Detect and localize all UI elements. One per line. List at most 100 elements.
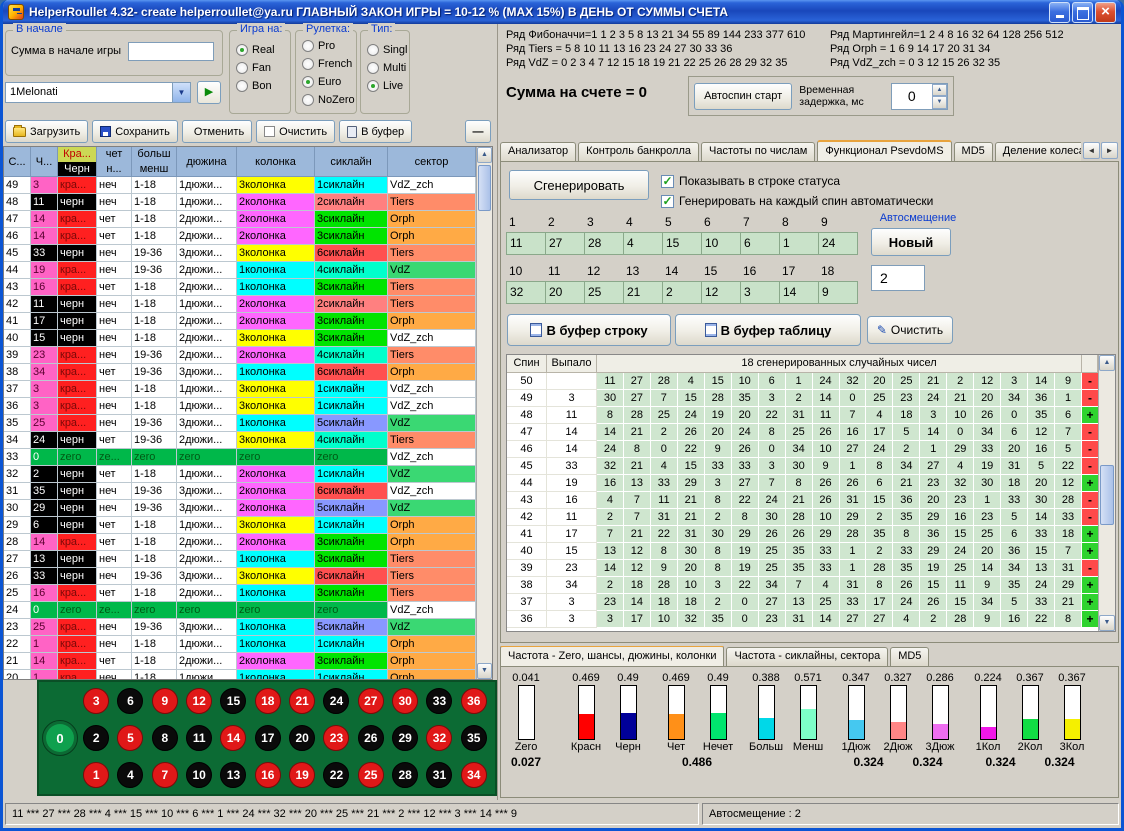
board-zero-cell[interactable]: 0 xyxy=(41,720,79,756)
copy-row-button[interactable]: В буфер строку xyxy=(507,314,671,346)
board-number[interactable]: 4 xyxy=(113,756,147,793)
start-sum-input[interactable] xyxy=(128,42,214,61)
board-number-zero[interactable]: 0 xyxy=(46,724,74,752)
minimize-button[interactable] xyxy=(1049,2,1070,23)
toolbar-button-folder[interactable]: Загрузить xyxy=(5,120,88,143)
chevron-down-icon[interactable]: ▼ xyxy=(173,82,191,103)
spin-table-row[interactable]: 2633черннеч19-363дюжи...3колонка6сиклайн… xyxy=(4,568,476,585)
board-number[interactable]: 33 xyxy=(422,683,456,720)
spin-table-row[interactable]: 330zeroze...zerozerozerozeroVdZ_zch xyxy=(4,449,476,466)
spin-table-row[interactable]: 373кра...неч1-181дюжи...3колонка1сиклайн… xyxy=(4,381,476,398)
column-header[interactable]: Ч... xyxy=(31,147,58,177)
spin-table-row[interactable]: 3424чернчет19-362дюжи...3колонка4сиклайн… xyxy=(4,432,476,449)
spin-table-row[interactable]: 3029черннеч19-363дюжи...2колонка5сиклайн… xyxy=(4,500,476,517)
board-number[interactable]: 8 xyxy=(148,720,182,757)
scroll-up-icon[interactable]: ▲ xyxy=(1099,355,1115,371)
title-bar[interactable]: HelperRoullet 4.32- create helperroullet… xyxy=(3,0,1121,24)
tab-scroll-right-icon[interactable]: ► xyxy=(1101,142,1118,159)
board-number[interactable]: 31 xyxy=(422,756,456,793)
toolbar-button-undo[interactable]: Отменить xyxy=(182,120,252,143)
spinner-down-icon[interactable]: ▼ xyxy=(932,96,947,109)
column-header[interactable]: колонка xyxy=(237,147,315,177)
board-number[interactable]: 18 xyxy=(251,683,285,720)
board-number[interactable]: 32 xyxy=(422,720,456,757)
radio-french[interactable]: French xyxy=(302,57,356,71)
tab-item[interactable]: Частота - сиклайны, сектора xyxy=(726,647,888,666)
spin-table-row[interactable]: 4316кра...чет1-182дюжи...1колонка3сиклай… xyxy=(4,279,476,296)
clear-button[interactable]: ✎ Очистить xyxy=(867,316,953,344)
board-number[interactable]: 24 xyxy=(319,683,353,720)
show-in-status-checkbox[interactable]: Показывать в строке статуса xyxy=(661,174,840,188)
spin-table-row[interactable]: 2114кра...чет1-182дюжи...2колонка3сиклай… xyxy=(4,653,476,670)
new-button[interactable]: Новый xyxy=(871,228,951,256)
spin-table-row[interactable]: 4614кра...чет1-182дюжи...2колонка3сиклай… xyxy=(4,228,476,245)
board-number[interactable]: 9 xyxy=(148,683,182,720)
column-header[interactable]: сектор xyxy=(388,147,476,177)
copy-table-button[interactable]: В буфер таблицу xyxy=(675,314,861,346)
column-header[interactable]: сиклайн xyxy=(315,147,388,177)
board-number[interactable]: 36 xyxy=(457,683,491,720)
board-number[interactable]: 28 xyxy=(388,756,422,793)
spin-table-row[interactable]: 4533черннеч19-363дюжи...3колонка6сиклайн… xyxy=(4,245,476,262)
board-number[interactable]: 26 xyxy=(354,720,388,757)
board-number[interactable]: 14 xyxy=(216,720,250,757)
spin-table-row[interactable]: 201кра...неч1-181дюжи...1колонка1сиклайн… xyxy=(4,670,476,679)
profile-combobox[interactable]: 1Melonati ▼ xyxy=(5,82,191,103)
scroll-down-icon[interactable]: ▼ xyxy=(477,663,492,679)
radio-pro[interactable]: Pro xyxy=(302,39,356,53)
board-number[interactable]: 6 xyxy=(113,683,147,720)
spin-table-scrollbar[interactable]: ▲ ▼ xyxy=(476,147,492,679)
board-number[interactable]: 20 xyxy=(285,720,319,757)
radio-bon[interactable]: Bon xyxy=(236,79,290,93)
board-number[interactable]: 16 xyxy=(251,756,285,793)
tab-item[interactable]: Анализатор xyxy=(500,142,576,161)
autospin-start-button[interactable]: Автоспин старт xyxy=(694,83,792,110)
scroll-down-icon[interactable]: ▼ xyxy=(1099,615,1115,631)
tab-item[interactable]: Частота - Zero, шансы, дюжины, колонки xyxy=(500,646,724,666)
spinner-up-icon[interactable]: ▲ xyxy=(932,84,947,97)
board-number[interactable]: 5 xyxy=(113,720,147,757)
spin-table-row[interactable]: 2516кра...чет1-182дюжи...1колонка3сиклай… xyxy=(4,585,476,602)
radio-nozero[interactable]: NoZero xyxy=(302,93,356,107)
generate-button[interactable]: Сгенерировать xyxy=(509,170,649,200)
delay-spinner[interactable]: 0 ▲ ▼ xyxy=(891,83,949,110)
close-button[interactable] xyxy=(1095,2,1116,23)
board-number[interactable]: 3 xyxy=(79,683,113,720)
tab-scroll-left-icon[interactable]: ◄ xyxy=(1083,142,1100,159)
spin-table-row[interactable]: 4714кра...чет1-182дюжи...2колонка3сиклай… xyxy=(4,211,476,228)
board-number[interactable]: 30 xyxy=(388,683,422,720)
generated-table-scrollbar[interactable]: ▲ ▼ xyxy=(1098,355,1115,631)
spin-table-row[interactable]: 3525кра...неч19-363дюжи...1колонка5сикла… xyxy=(4,415,476,432)
radio-singl[interactable]: Singl xyxy=(367,43,409,57)
column-header[interactable]: большменш xyxy=(132,147,177,177)
spin-table-row[interactable]: 4811черннеч1-181дюжи...2колонка2сиклайнT… xyxy=(4,194,476,211)
board-number[interactable]: 19 xyxy=(285,756,319,793)
column-header[interactable]: дюжина xyxy=(177,147,237,177)
column-header[interactable]: Кра...Черн xyxy=(58,147,97,177)
spin-table-row[interactable]: 2325кра...неч19-363дюжи...1колонка5сикла… xyxy=(4,619,476,636)
tab-item[interactable]: MD5 xyxy=(954,142,993,161)
toolbar-button-disk[interactable]: Сохранить xyxy=(92,120,178,143)
spin-table-row[interactable]: 3923кра...неч19-362дюжи...2колонка4сикла… xyxy=(4,347,476,364)
column-header[interactable]: С... xyxy=(4,147,31,177)
radio-multi[interactable]: Multi xyxy=(367,61,409,75)
board-number[interactable]: 23 xyxy=(319,720,353,757)
spin-table-row[interactable]: 4015черннеч1-182дюжи...3колонка3сиклайнV… xyxy=(4,330,476,347)
scrollbar-thumb[interactable] xyxy=(1100,465,1114,525)
board-number[interactable]: 25 xyxy=(354,756,388,793)
autoshift-input[interactable] xyxy=(871,265,925,291)
tab-item[interactable]: Частоты по числам xyxy=(701,142,815,161)
play-button[interactable]: ▶ xyxy=(197,81,221,104)
spin-table-row[interactable]: 3834кра...чет19-363дюжи...1колонка6сикла… xyxy=(4,364,476,381)
maximize-button[interactable] xyxy=(1072,2,1093,23)
tab-item[interactable]: Функционал PsevdoMS xyxy=(817,140,951,161)
board-number[interactable]: 12 xyxy=(182,683,216,720)
board-number[interactable]: 35 xyxy=(457,720,491,757)
toolbar-button-erase[interactable]: Очистить xyxy=(256,120,335,143)
board-number[interactable]: 17 xyxy=(251,720,285,757)
spin-table-row[interactable]: 363кра...неч1-181дюжи...3колонка1сиклайн… xyxy=(4,398,476,415)
spin-table-row[interactable]: 221кра...неч1-181дюжи...1колонка1сиклайн… xyxy=(4,636,476,653)
spin-table-row[interactable]: 4211черннеч1-181дюжи...2колонка2сиклайнT… xyxy=(4,296,476,313)
tab-item[interactable]: Деление колеса на xyxy=(995,142,1081,161)
tab-item[interactable]: Контроль банкролла xyxy=(578,142,699,161)
